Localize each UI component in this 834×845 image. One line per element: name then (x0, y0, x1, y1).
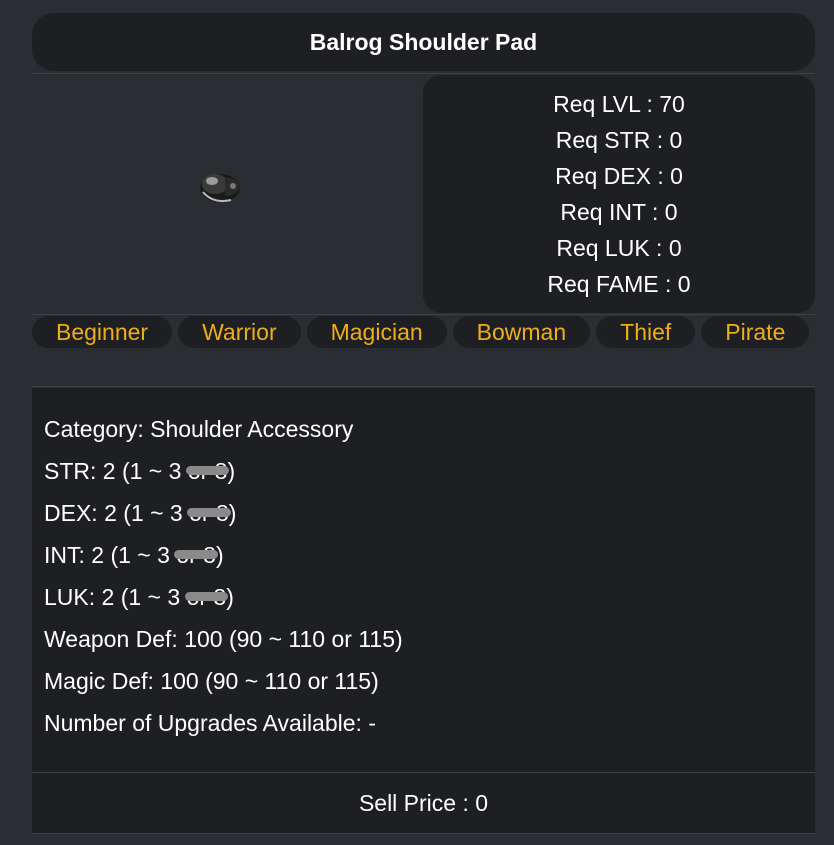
sell-price-bar: Sell Price : 0 (32, 773, 815, 833)
divider (32, 833, 815, 834)
scribbled-text: or 8 (185, 450, 230, 492)
job-badge-thief: Thief (596, 316, 696, 348)
scribbled-text: or 8 (184, 576, 228, 618)
req-dex: Req DEX : 0 (555, 163, 683, 189)
req-int: Req INT : 0 (560, 199, 678, 225)
stat-dex: DEX: 2 (1 ~ 3 or 8) (44, 492, 803, 534)
divider (32, 73, 815, 74)
req-fame: Req FAME : 0 (547, 271, 691, 297)
req-luk: Req LUK : 0 (556, 235, 682, 261)
shoulder-pad-icon (199, 174, 240, 202)
job-badge-magician: Magician (306, 316, 447, 348)
divider (32, 386, 815, 387)
stat-magic-def: Magic Def: 100 (90 ~ 110 or 115) (44, 668, 379, 694)
item-title: Balrog Shoulder Pad (309, 28, 538, 55)
stat-str: STR: 2 (1 ~ 3 or 8) (44, 450, 803, 492)
stat-int: INT: 2 (1 ~ 3 or 8) (44, 534, 803, 576)
req-level: Req LVL : 70 (553, 91, 685, 117)
stat-category: Category: Shoulder Accessory (44, 416, 354, 442)
sell-price: Sell Price : 0 (358, 789, 489, 816)
job-badges: Beginner Warrior Magician Bowman Thief P… (32, 316, 815, 348)
item-image-area (32, 75, 423, 313)
req-str: Req STR : 0 (555, 127, 683, 153)
stat-luk: LUK: 2 (1 ~ 3 or 8) (44, 576, 803, 618)
stats-panel: Category: Shoulder Accessory STR: 2 (1 ~… (32, 388, 815, 772)
scribbled-text: or 8 (187, 492, 231, 534)
item-card: Balrog Shoulder Pad Req LVL : 70 Req STR… (32, 13, 815, 835)
job-badge-bowman: Bowman (452, 316, 591, 348)
item-title-bar: Balrog Shoulder Pad (32, 13, 815, 71)
job-badge-beginner: Beginner (32, 316, 173, 348)
requirements-panel: Req LVL : 70 Req STR : 0 Req DEX : 0 Req… (423, 75, 815, 313)
stat-upgrades: Number of Upgrades Available: - (44, 710, 376, 736)
job-badge-pirate: Pirate (701, 316, 810, 348)
stat-weapon-def: Weapon Def: 100 (90 ~ 110 or 115) (44, 626, 403, 652)
scribbled-text: or 8 (174, 534, 218, 576)
job-badge-warrior: Warrior (178, 316, 301, 348)
divider (32, 314, 815, 315)
